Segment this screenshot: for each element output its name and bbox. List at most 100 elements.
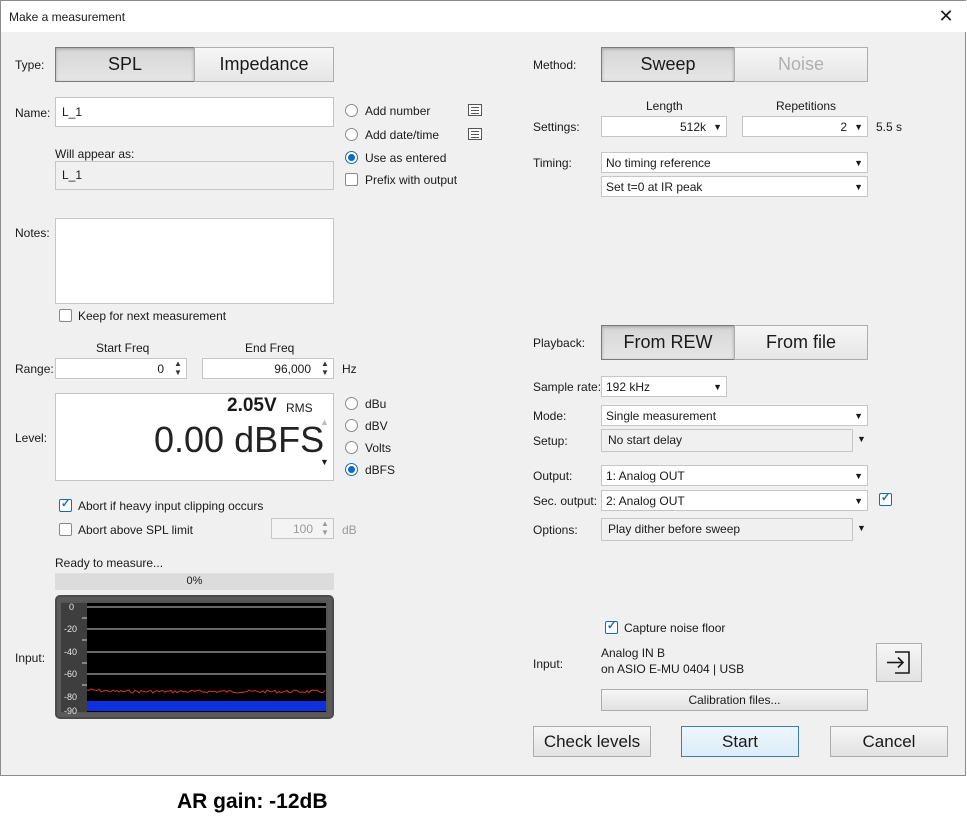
meter-plot-area	[87, 603, 326, 712]
progress-text: 0%	[186, 575, 203, 587]
sec-output-checkbox[interactable]	[879, 491, 892, 506]
prefix-with-output-label: Prefix with output	[365, 173, 458, 187]
input-device-driver: on ASIO E-MU 0404 | USB	[601, 662, 745, 676]
abort-clipping-label: Abort if heavy input clipping occurs	[78, 499, 264, 513]
type-impedance-button[interactable]: Impedance	[194, 47, 334, 82]
spl-limit-input: 100 ▲ ▼	[271, 518, 334, 539]
prefix-with-output-checkbox[interactable]	[345, 173, 358, 186]
keep-notes-checkbox[interactable]	[59, 309, 72, 322]
spl-limit-value: 100	[292, 522, 313, 536]
level-display[interactable]: 2.05V RMS 0.00 dBFS ▲ ▼	[55, 393, 334, 481]
start-freq-stepper[interactable]: ▲ ▼	[170, 359, 186, 378]
input-device-name: Analog IN B	[601, 646, 666, 660]
repetitions-select[interactable]: 2 ▼	[742, 116, 868, 137]
caption: AR gain: -12dB	[177, 790, 328, 813]
output-select[interactable]: 1: Analog OUT ▼	[601, 465, 868, 486]
range-label: Range:	[15, 362, 54, 376]
timing-t0-value: Set t=0 at IR peak	[606, 180, 703, 194]
options-dropdown-icon[interactable]: ▼	[857, 523, 866, 533]
use-as-entered-radio[interactable]	[345, 151, 358, 164]
start-freq-value: 0	[157, 362, 164, 376]
timing-reference-select[interactable]: No timing reference ▼	[601, 152, 868, 173]
start-button[interactable]: Start	[681, 726, 799, 757]
progress-bar: 0%	[55, 573, 334, 590]
options-label: Options:	[533, 523, 578, 537]
unit-dbv-label: dBV	[365, 419, 388, 433]
unit-dbv-radio[interactable]	[345, 419, 358, 432]
unit-dbu-label: dBu	[365, 397, 387, 411]
level-rms-value: 2.05V	[227, 395, 277, 416]
playback-from-rew-button[interactable]: From REW	[601, 325, 735, 360]
method-label: Method:	[533, 58, 577, 72]
timing-t0-select[interactable]: Set t=0 at IR peak ▼	[601, 176, 868, 197]
abort-spl-label: Abort above SPL limit	[78, 523, 193, 537]
mode-value: Single measurement	[606, 409, 717, 423]
input-select-button[interactable]	[876, 643, 922, 682]
add-number-radio[interactable]	[345, 104, 358, 117]
method-sweep-button[interactable]: Sweep	[601, 47, 735, 82]
level-rms-unit: RMS	[286, 401, 313, 415]
input-meter-graph: 0 -20 -40 -60 -80 -90	[61, 601, 328, 716]
chevron-down-icon: ▼	[713, 122, 722, 132]
start-freq-input[interactable]: 0 ▲ ▼	[55, 358, 187, 379]
playback-from-file-button[interactable]: From file	[734, 325, 868, 360]
chevron-down-icon: ▼	[854, 411, 863, 421]
will-appear-label: Will appear as:	[55, 147, 135, 161]
setup-value: No start delay	[601, 429, 853, 452]
window-title: Make a measurement	[9, 10, 126, 24]
unit-dbu-radio[interactable]	[345, 397, 358, 410]
level-value: 0.00 dBFS	[154, 419, 325, 460]
end-freq-header: End Freq	[245, 341, 295, 355]
close-icon[interactable]: ✕	[936, 5, 956, 27]
check-levels-button[interactable]: Check levels	[533, 726, 651, 757]
add-date-time-radio[interactable]	[345, 128, 358, 141]
notes-label: Notes:	[15, 226, 50, 240]
playback-label: Playback:	[533, 336, 586, 350]
noise-floor-band	[87, 701, 326, 711]
scale-20: -20	[64, 624, 77, 634]
scale-60: -60	[64, 669, 77, 679]
unit-volts-radio[interactable]	[345, 441, 358, 454]
calibration-files-button[interactable]: Calibration files...	[601, 689, 868, 711]
name-input[interactable]: L_1	[55, 97, 334, 127]
length-header: Length	[646, 99, 683, 113]
setup-dropdown-icon[interactable]: ▼	[857, 434, 866, 444]
input-meter-label: Input:	[15, 651, 46, 665]
scale-40: -40	[64, 647, 77, 657]
chevron-down-icon: ▼	[854, 182, 863, 192]
abort-spl-checkbox[interactable]	[59, 523, 72, 536]
sweep-duration: 5.5 s	[876, 120, 903, 134]
spl-limit-unit: dB	[342, 523, 357, 537]
sample-rate-label: Sample rate:	[533, 380, 602, 394]
notes-textarea[interactable]	[55, 218, 334, 304]
level-down-arrow[interactable]: ▼	[320, 452, 329, 472]
method-noise-button: Noise	[734, 47, 868, 82]
sec-output-label: Sec. output:	[533, 494, 598, 508]
input-meter: 0 -20 -40 -60 -80 -90	[55, 595, 334, 719]
name-label: Name:	[15, 106, 51, 120]
range-unit: Hz	[342, 362, 357, 376]
scale-90: -90	[64, 706, 77, 716]
chevron-down-icon: ▼	[854, 158, 863, 168]
setup-label: Setup:	[533, 434, 568, 448]
abort-clipping-checkbox[interactable]	[59, 497, 72, 512]
add-number-label: Add number	[365, 104, 431, 118]
output-label: Output:	[533, 469, 573, 483]
capture-noise-floor-checkbox[interactable]	[605, 619, 618, 634]
level-up-arrow[interactable]: ▲	[320, 412, 329, 432]
chevron-down-icon: ▼	[854, 496, 863, 506]
end-freq-input[interactable]: 96,000 ▲ ▼	[202, 358, 334, 379]
type-spl-button[interactable]: SPL	[55, 47, 195, 82]
sample-rate-select[interactable]: 192 kHz ▼	[601, 376, 727, 397]
sec-output-select[interactable]: 2: Analog OUT ▼	[601, 490, 868, 511]
list-edit-icon[interactable]	[468, 128, 482, 140]
will-appear-value: L_1	[55, 161, 334, 190]
cancel-button[interactable]: Cancel	[830, 726, 948, 757]
end-freq-stepper[interactable]: ▲ ▼	[317, 359, 333, 378]
list-edit-icon[interactable]	[468, 104, 482, 116]
unit-dbfs-radio[interactable]	[345, 463, 358, 476]
length-select[interactable]: 512k ▼	[601, 116, 727, 137]
mode-select[interactable]: Single measurement ▼	[601, 405, 868, 426]
use-as-entered-label: Use as entered	[365, 151, 447, 165]
timing-label: Timing:	[533, 156, 572, 170]
